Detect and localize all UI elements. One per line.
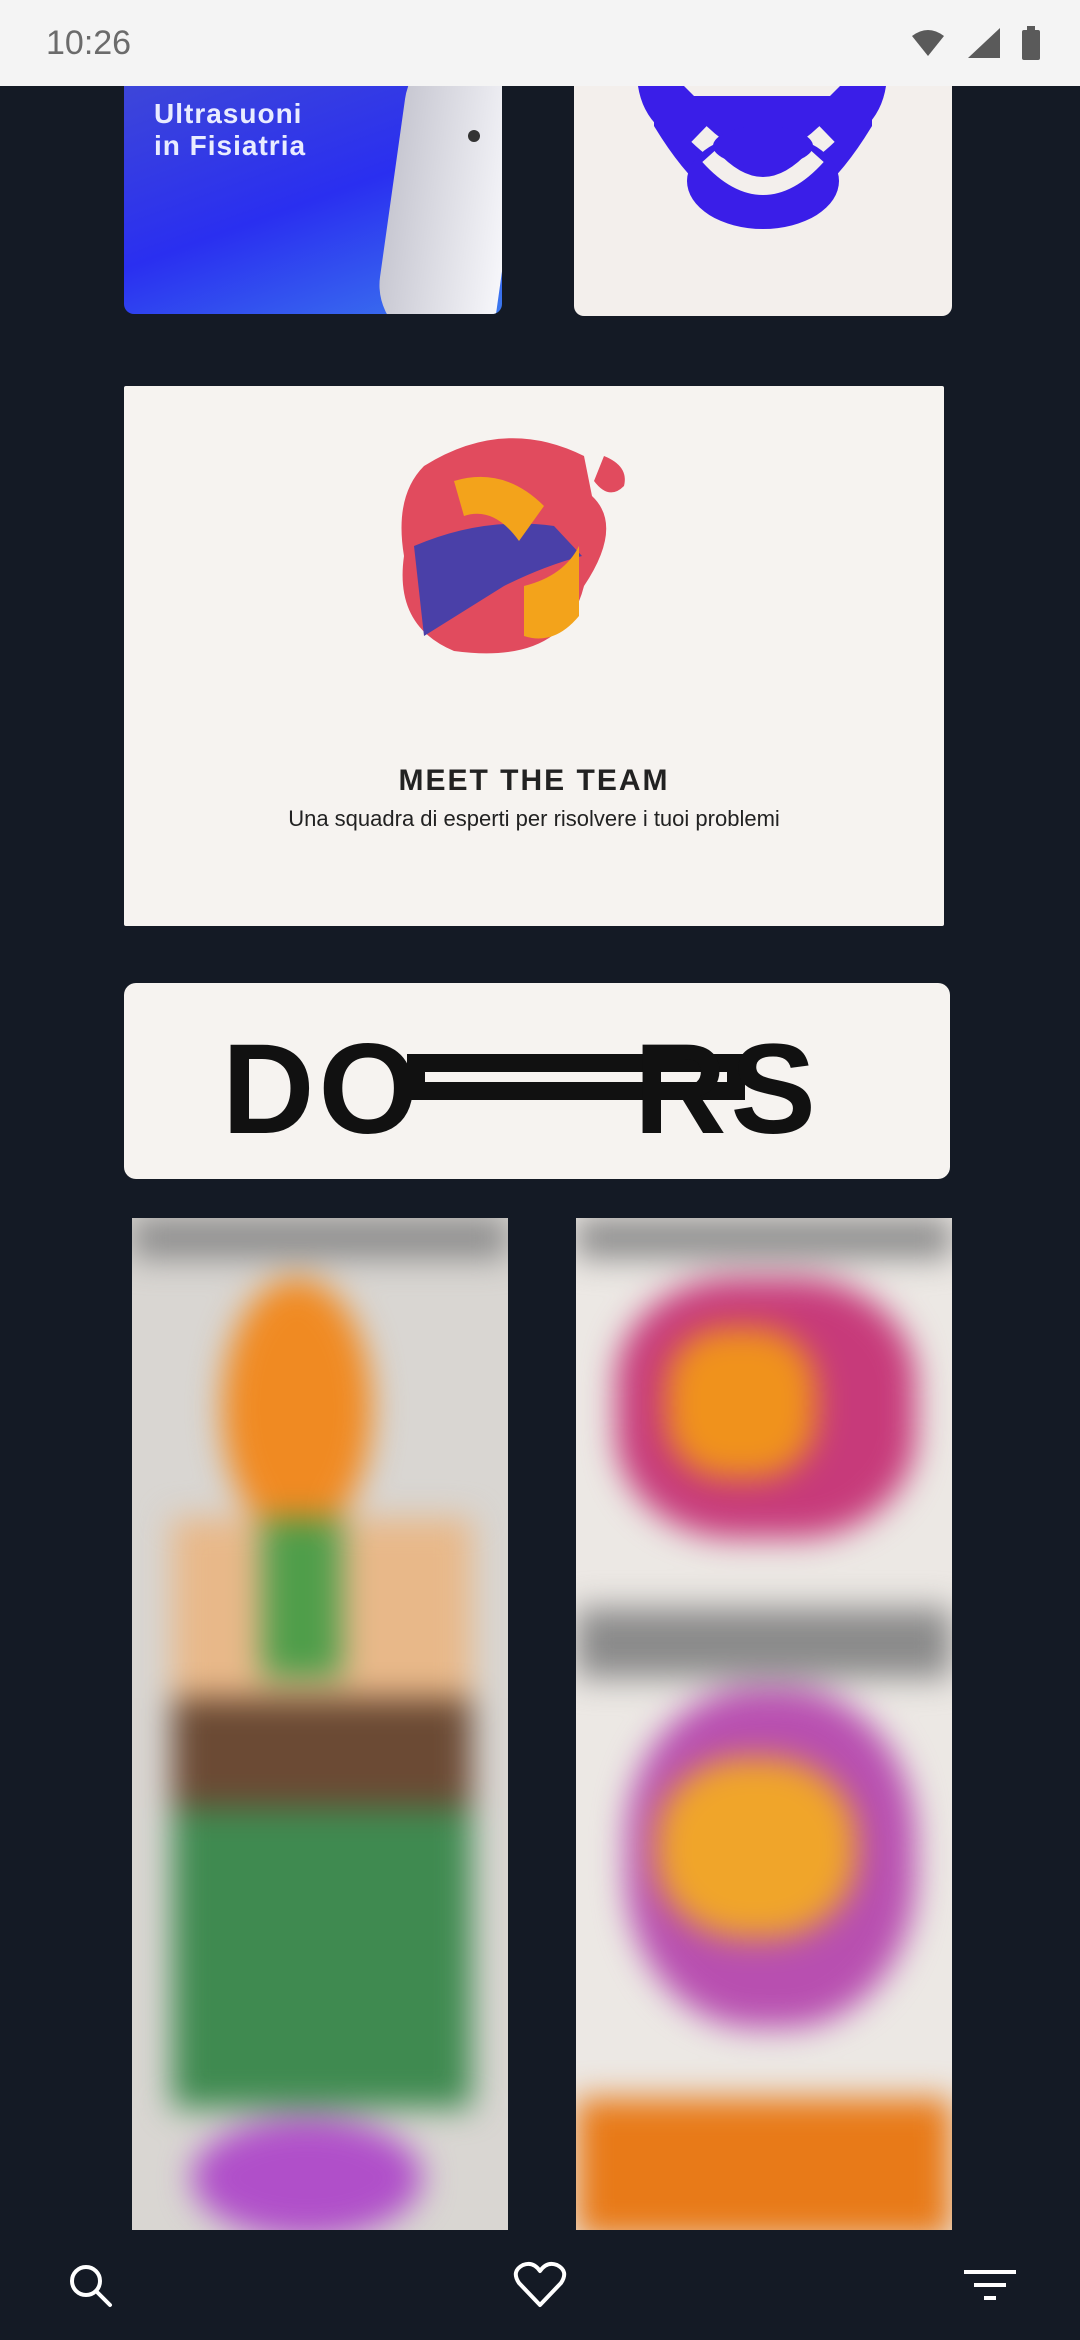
blurred-image-right bbox=[576, 1218, 952, 2230]
meet-team-card[interactable]: MEET THE TEAM Una squadra di esperti per… bbox=[124, 386, 944, 926]
search-button[interactable] bbox=[60, 2255, 120, 2315]
status-icons bbox=[910, 26, 1040, 60]
meet-team-subtitle: Una squadra di esperti per risolvere i t… bbox=[288, 806, 780, 831]
team-logo bbox=[401, 438, 625, 654]
signal-icon bbox=[968, 28, 1000, 58]
ultrasound-card-title: Ultrasuoni in Fisiatria bbox=[154, 98, 307, 161]
blurred-card-left[interactable] bbox=[132, 1218, 508, 2230]
doors-logo: DO RS bbox=[222, 1018, 820, 1161]
doors-logo-left-text: DO bbox=[222, 1018, 422, 1161]
ultrasound-card[interactable]: Ultrasuoni in Fisiatria bbox=[124, 86, 502, 314]
heart-icon bbox=[513, 2261, 567, 2307]
doors-card[interactable]: DO RS bbox=[124, 983, 950, 1179]
battery-icon bbox=[1022, 26, 1040, 60]
probe-button bbox=[468, 130, 480, 142]
wifi-icon bbox=[912, 30, 944, 56]
sound-logo-card[interactable] bbox=[574, 86, 952, 316]
status-time: 10:26 bbox=[46, 23, 132, 62]
search-icon bbox=[70, 2265, 112, 2307]
status-bar: 10:26 bbox=[0, 0, 1080, 86]
favorites-button[interactable] bbox=[510, 2255, 570, 2315]
menu-button[interactable] bbox=[960, 2255, 1020, 2315]
blurred-image-left bbox=[132, 1218, 508, 2230]
bottom-nav bbox=[0, 2230, 1080, 2340]
menu-icon bbox=[964, 2270, 1016, 2300]
feed: Ultrasuoni in Fisiatria MEET THE TEAM Un… bbox=[0, 86, 1080, 2230]
doors-logo-right-text: RS bbox=[634, 1018, 820, 1161]
ultrasound-probe-image bbox=[371, 86, 502, 314]
blurred-card-right[interactable] bbox=[576, 1218, 952, 2230]
meet-team-heading: MEET THE TEAM bbox=[398, 764, 670, 797]
sound-wave-logo bbox=[638, 86, 886, 229]
